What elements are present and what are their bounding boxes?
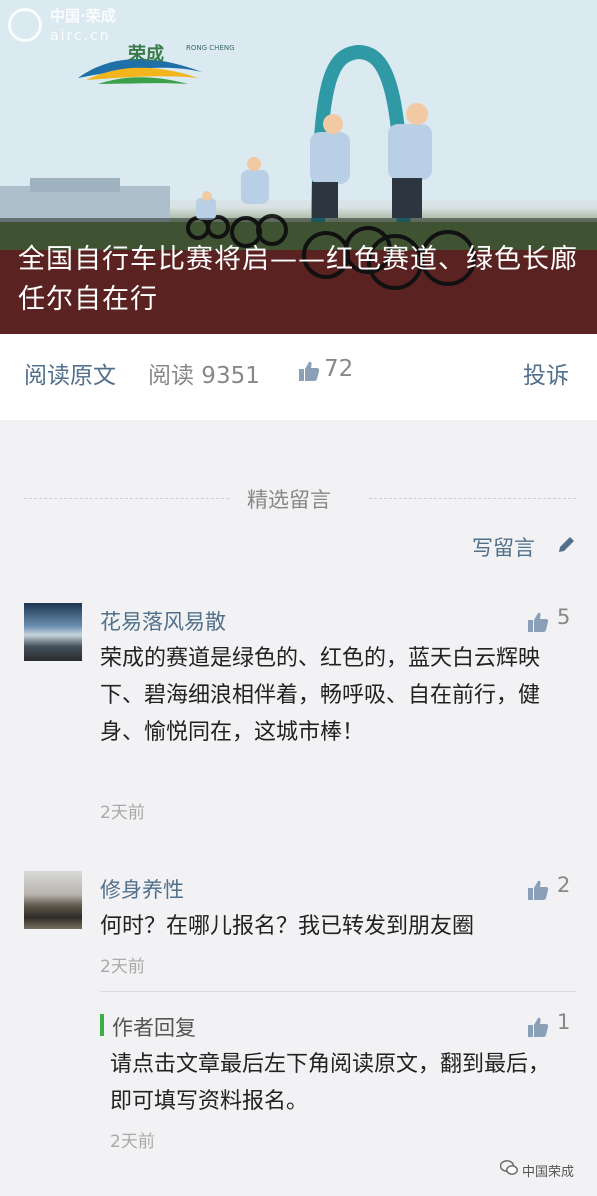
thumbs-up-icon	[299, 361, 320, 381]
thumbs-up-icon	[528, 612, 549, 632]
site-logo-icon	[8, 8, 42, 42]
pencil-icon	[559, 537, 574, 552]
comment-like-count: 5	[557, 605, 571, 629]
comment-text: 荣成的赛道是绿色的、红色的，蓝天白云辉映下、碧海细浪相伴着，畅呼吸、自在前行，健…	[100, 646, 541, 745]
read-count: 阅读 9351	[148, 363, 260, 389]
account-name: 中国荣成	[522, 1165, 575, 1180]
thumbs-up-icon	[528, 1017, 549, 1037]
write-comment-label: 写留言	[472, 536, 535, 560]
comment-timestamp: 2天前	[100, 803, 145, 823]
reply-divider	[100, 991, 576, 992]
avatar[interactable]	[24, 603, 82, 661]
read-original-link[interactable]: 阅读原文	[24, 356, 116, 390]
avatar[interactable]	[24, 871, 82, 929]
comment-nickname[interactable]: 花易落风易散	[100, 606, 226, 636]
author-reply-text: 请点击文章最后左下角阅读原文，翻到最后，即可填写资料报名。	[110, 1052, 551, 1114]
divider-right	[369, 498, 576, 499]
author-reply-marker	[100, 1014, 104, 1036]
brand-subtitle: RONG CHENG	[186, 44, 235, 52]
watermark-title: 中国·荣成	[50, 7, 116, 25]
author-reply-label: 作者回复	[112, 1016, 196, 1040]
article-title[interactable]: 全国自行车比赛将启——红色赛道、绿色长廊任尔自在行	[18, 240, 578, 320]
write-comment-button[interactable]: 写留言	[472, 532, 574, 562]
report-link[interactable]: 投诉	[523, 356, 569, 390]
article-like-count: 72	[324, 356, 354, 382]
comments-section-title: 精选留言	[247, 488, 331, 512]
article-cover-image[interactable]: 中国·荣成 airc.cn 荣成 RONG CHENG 全国自行车比赛将启——红…	[0, 0, 597, 334]
reply-like-count: 1	[557, 1010, 571, 1034]
comment-nickname[interactable]: 修身养性	[100, 874, 184, 904]
wechat-icon	[500, 1160, 518, 1175]
divider-left	[24, 498, 229, 499]
comment-like-count: 2	[557, 873, 571, 897]
comment-timestamp: 2天前	[100, 957, 145, 977]
comment-text: 何时？在哪儿报名？我已转发到朋友圈	[100, 914, 475, 939]
brand-name: 荣成	[128, 44, 164, 65]
thumbs-up-icon	[528, 880, 549, 900]
reply-timestamp: 2天前	[110, 1132, 155, 1152]
